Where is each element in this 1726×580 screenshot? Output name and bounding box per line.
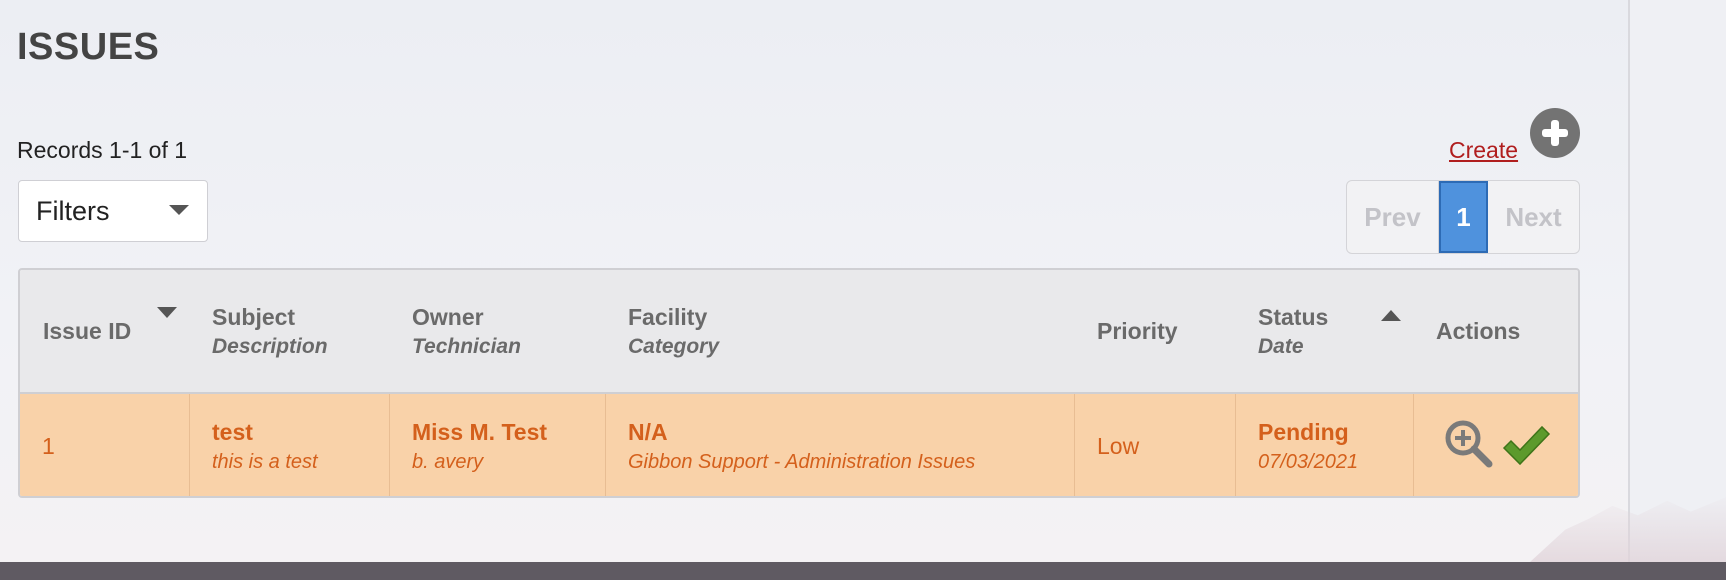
cell-status: Pending 07/03/2021 — [1236, 394, 1414, 496]
date-value: 07/03/2021 — [1258, 450, 1359, 473]
cell-facility: N/A Gibbon Support - Administration Issu… — [606, 394, 1075, 496]
issues-table: Issue ID Subject Description Owner Techn… — [18, 268, 1580, 498]
header-owner[interactable]: Owner Technician — [412, 270, 521, 392]
plus-circle-icon[interactable] — [1530, 108, 1580, 158]
header-date-label: Date — [1258, 334, 1304, 358]
pagination: Prev 1 Next — [1346, 180, 1580, 254]
category-value: Gibbon Support - Administration Issues — [628, 450, 976, 473]
issue-id-value: 1 — [42, 432, 55, 459]
header-category-label: Category — [628, 334, 720, 358]
description-value: this is a test — [212, 450, 318, 473]
owner-value: Miss M. Test — [412, 418, 548, 445]
filters-dropdown[interactable]: Filters — [18, 180, 208, 242]
header-facility[interactable]: Facility Category — [628, 270, 719, 392]
main-content: ISSUES Records 1-1 of 1 Filters Create P… — [0, 0, 1628, 562]
checkmark-icon[interactable] — [1501, 424, 1551, 468]
priority-value: Low — [1097, 432, 1140, 459]
header-facility-label: Facility — [628, 303, 708, 330]
subject-value: test — [212, 418, 253, 445]
table-row: 1 test this is a test Miss M. Test b. av… — [20, 394, 1578, 496]
status-value: Pending — [1258, 418, 1349, 445]
magnify-plus-icon[interactable] — [1443, 418, 1493, 468]
table-header: Issue ID Subject Description Owner Techn… — [20, 270, 1578, 394]
header-issue-id[interactable]: Issue ID — [43, 270, 131, 392]
sort-desc-icon[interactable] — [157, 307, 177, 318]
side-pane — [1630, 0, 1726, 562]
footer-bar — [0, 562, 1726, 580]
header-subject-label: Subject — [212, 303, 296, 330]
cell-owner: Miss M. Test b. avery — [390, 394, 606, 496]
cell-subject: test this is a test — [190, 394, 390, 496]
header-priority-label: Priority — [1097, 317, 1178, 344]
caret-down-icon — [169, 205, 189, 215]
cell-actions — [1414, 394, 1578, 496]
header-status[interactable]: Status Date — [1258, 270, 1328, 392]
page-1-button[interactable]: 1 — [1439, 181, 1488, 253]
header-priority[interactable]: Priority — [1097, 270, 1178, 392]
header-status-label: Status — [1258, 303, 1329, 330]
technician-value: b. avery — [412, 450, 484, 473]
header-actions: Actions — [1436, 270, 1520, 392]
facility-value: N/A — [628, 418, 668, 445]
create-link[interactable]: Create — [1449, 137, 1518, 164]
header-issue-id-label: Issue ID — [43, 317, 132, 344]
filters-label: Filters — [36, 195, 110, 226]
page-title: ISSUES — [17, 26, 160, 68]
prev-page-button[interactable]: Prev — [1347, 181, 1439, 253]
sort-asc-icon[interactable] — [1381, 310, 1401, 321]
cell-issue-id: 1 — [20, 394, 190, 496]
header-actions-label: Actions — [1436, 317, 1521, 344]
next-page-button[interactable]: Next — [1488, 181, 1579, 253]
header-subject[interactable]: Subject Description — [212, 270, 328, 392]
records-count: Records 1-1 of 1 — [17, 137, 188, 163]
cell-priority: Low — [1075, 394, 1236, 496]
header-owner-label: Owner — [412, 303, 484, 330]
header-technician-label: Technician — [412, 334, 521, 358]
header-description-label: Description — [212, 334, 328, 358]
